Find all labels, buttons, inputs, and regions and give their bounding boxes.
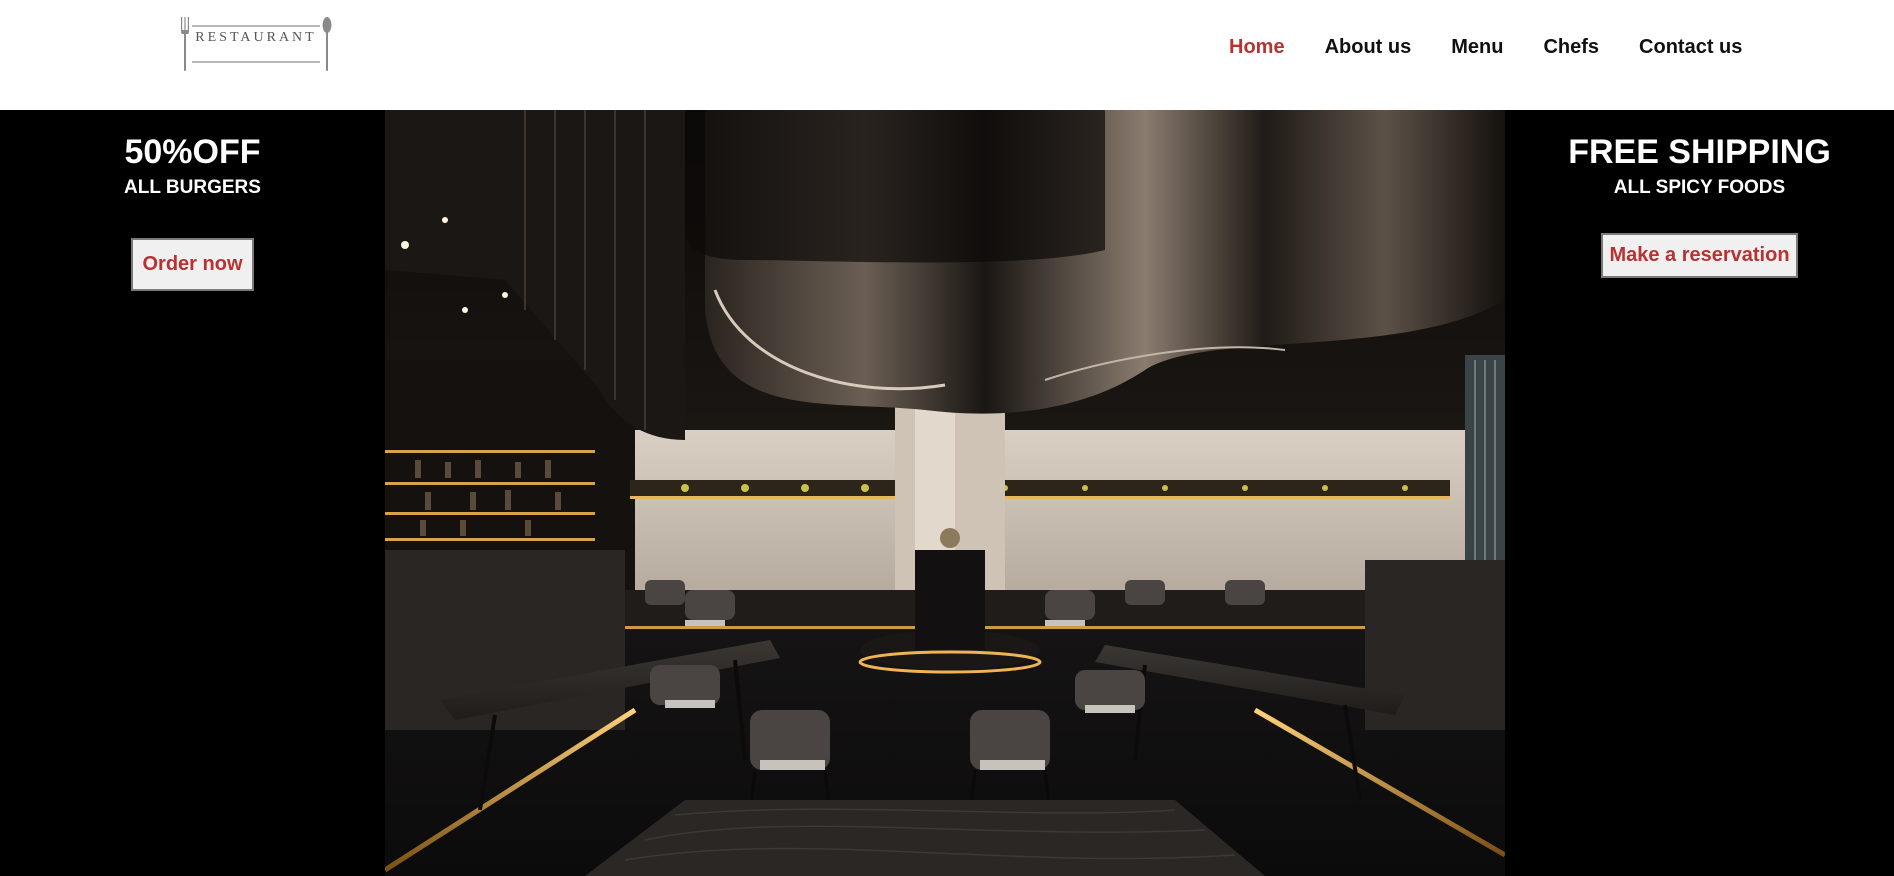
promo-subtitle: ALL SPICY FOODS <box>1613 177 1786 198</box>
promo-title: 50%OFF <box>124 133 261 171</box>
nav-chefs[interactable]: Chefs <box>1543 36 1599 59</box>
hero-section: 50%OFF ALL BURGERS Order now FREE SHIPPI… <box>0 110 1894 876</box>
nav-menu[interactable]: Menu <box>1451 36 1503 59</box>
site-header: RESTAURANT Home About us Menu Chefs Cont… <box>0 0 1894 110</box>
restaurant-logo[interactable]: RESTAURANT <box>180 17 332 71</box>
logo-text: RESTAURANT <box>195 30 317 45</box>
nav-contact-us[interactable]: Contact us <box>1639 36 1742 59</box>
promo-subtitle: ALL BURGERS <box>124 177 261 198</box>
nav-about-us[interactable]: About us <box>1325 36 1412 59</box>
order-now-button[interactable]: Order now <box>131 238 254 291</box>
spoon-icon <box>322 17 332 71</box>
make-reservation-button[interactable]: Make a reservation <box>1601 233 1798 278</box>
main-navigation: Home About us Menu Chefs Contact us <box>1229 32 1742 62</box>
restaurant-interior-image <box>385 110 1505 876</box>
promo-title: FREE SHIPPING <box>1568 133 1831 171</box>
nav-home[interactable]: Home <box>1229 36 1285 59</box>
promo-free-shipping: FREE SHIPPING ALL SPICY FOODS Make a res… <box>1505 110 1894 278</box>
promo-burgers: 50%OFF ALL BURGERS Order now <box>0 110 385 291</box>
